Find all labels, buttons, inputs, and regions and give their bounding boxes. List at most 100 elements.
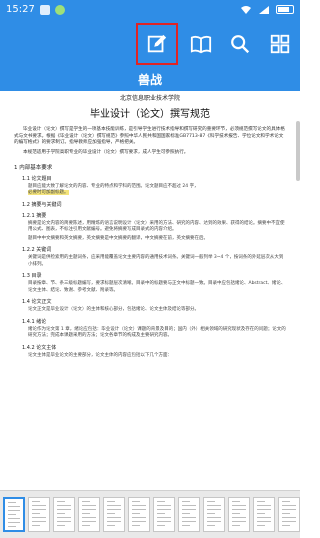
thumbnail-line [132,505,146,506]
thumbnail-line [107,517,121,518]
page-thumbnail[interactable] [153,497,175,532]
thumbnail-line [132,521,146,522]
grid-view-button[interactable] [261,25,299,63]
thumbnail-line [107,501,115,502]
thumbnail-line [157,517,171,518]
intro-paragraph: 毕业设计（论文）撰写是学生的一项基本技能训练，是引导学生进行技术指导和撰写研究的… [14,127,285,146]
page-thumbnail[interactable] [278,497,300,532]
thumbnail-line [207,513,215,514]
thumbnail-line [57,525,65,526]
thumbnail-line [182,521,196,522]
thumbnail-line [282,525,290,526]
page-thumbnail-strip[interactable] [0,490,300,538]
thumbnail-line [207,509,221,510]
thumbnail-line [57,521,71,522]
subsection-heading: 1.2.1 摘要 [22,212,47,219]
thumbnail-line [107,513,115,514]
highlighted-text: 必要时可加副标题。 [28,190,69,196]
page-thumbnail[interactable] [78,497,100,532]
page-thumbnail[interactable] [128,497,150,532]
bookshelf-button[interactable] [182,25,220,63]
thumbnail-line [8,526,16,527]
battery-icon [276,5,294,14]
scrollbar[interactable] [296,121,300,181]
thumbnail-line [282,521,296,522]
edit-button[interactable] [136,23,178,65]
paragraph: 论文主体是毕业论文的主要部分，论文主体的内容应包括以下几个方面： [28,352,172,358]
thumbnail-line [282,505,296,506]
thumbnail-line [207,501,215,502]
thumbnail-line [8,510,20,511]
document-title: 兽战 [0,69,300,91]
subsection-heading: 1.2.2 关键词 [22,247,52,254]
paragraph: 论文正文是毕业设计（论文）的主体和核心部分，包括绪论、论文主体及结论等部分。 [28,307,199,313]
page-thumbnail[interactable] [228,497,250,532]
thumbnail-line [32,505,46,506]
document-page[interactable]: 北京信息职业技术学院 毕业设计（论文）撰写规范 毕业设计（论文）撰写是学生的一项… [0,91,300,490]
page-thumbnail[interactable] [103,497,125,532]
page-thumbnail[interactable] [28,497,50,532]
thumbnail-line [232,501,240,502]
thumbnail-line [157,525,165,526]
page-thumbnail[interactable] [203,497,225,532]
thumbnail-line [57,513,65,514]
thumbnail-line [8,506,20,507]
grid-icon [270,34,290,54]
paragraph-text: 题目应能大致了解论文的内容、专业的特点和学科的范围。论文题目应不超过 24 字， [28,183,199,189]
thumbnail-line [57,505,71,506]
thumbnail-line [232,509,246,510]
thumbnail-line [257,517,271,518]
thumbnail-line [257,505,271,506]
thumbnail-line [282,517,296,518]
thumbnail-line [107,509,121,510]
thumbnail-line [132,517,146,518]
thumbnail-line [157,501,165,502]
thumbnail-line [232,513,240,514]
thumbnail-line [257,513,265,514]
thumbnail-line [82,521,96,522]
thumbnail-line [82,501,90,502]
thumbnail-line [57,509,71,510]
thumbnail-line [232,505,246,506]
thumbnail-line [32,509,46,510]
paragraph: 题目应能大致了解论文的内容、专业的特点和学科的范围。论文题目应不超过 24 字，… [14,184,286,197]
thumbnail-line [82,509,96,510]
thumbnail-line [82,505,96,506]
thumbnail-line [232,525,240,526]
page-thumbnail[interactable] [53,497,75,532]
app-notification-icon [54,4,65,15]
thumbnail-line [182,501,190,502]
subsection-heading: 1.3 目录 [22,273,42,280]
page-thumbnail[interactable] [178,497,200,532]
thumbnail-line [8,514,16,515]
thumbnail-line [32,525,40,526]
search-button[interactable] [221,25,259,63]
thumbnail-line [182,505,196,506]
page-thumbnail[interactable] [3,497,25,532]
book-icon [190,35,212,54]
thumbnail-line [32,517,46,518]
page-thumbnail[interactable] [253,497,275,532]
thumbnail-line [257,509,271,510]
thumbnail-line [182,517,196,518]
thumbnail-line [257,525,265,526]
thumbnail-line [157,505,171,506]
thumbnail-line [182,525,190,526]
thumbnail-line [157,509,171,510]
thumbnail-line [107,521,121,522]
thumbnail-line [232,517,246,518]
thumbnail-line [207,505,221,506]
thumbnail-line [32,501,40,502]
thumbnail-line [132,501,140,502]
doc-heading: 毕业设计（论文）撰写规范 [90,109,210,120]
thumbnail-line [82,525,90,526]
thumbnail-line [132,525,140,526]
status-time: 15:27 [6,4,35,15]
thumbnail-line [107,505,121,506]
thumbnail-line [32,521,46,522]
paragraph: 目录按章、节、条三级标题编写，要求标题层次清晰。目录中的标题要与正文中标题一致。… [28,281,286,293]
intro-paragraph-2: 本规范适用于学院高职专业的毕业设计（论文）撰写要求，成人学生可参照执行。 [23,149,189,155]
paragraph: 绪论作为论文第 1 章，绪论应包括：毕业设计（论文）课题的背景及目的；国内（外）… [28,326,286,339]
notification-icon [39,4,50,15]
thumbnail-line [157,513,165,514]
